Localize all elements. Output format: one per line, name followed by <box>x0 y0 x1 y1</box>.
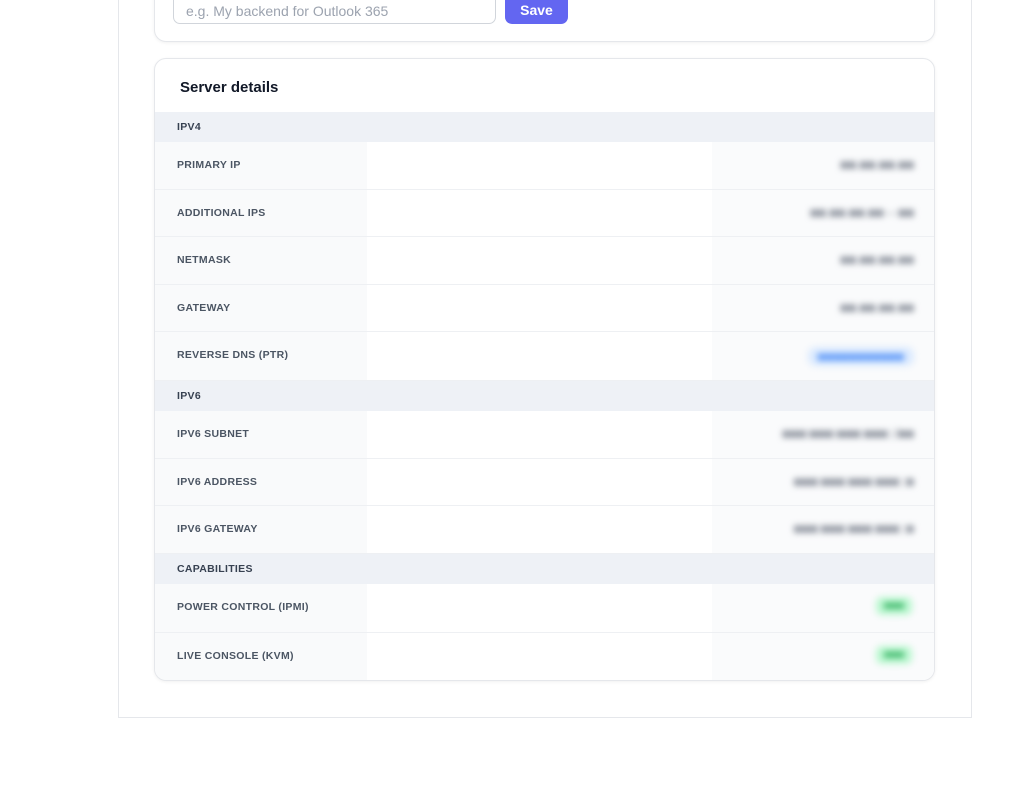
live-console-status-badge: ■■■ <box>876 645 912 664</box>
row-label: IPV6 SUBNET <box>155 411 367 458</box>
row-value-cell: ■■.■■.■■.■■ – ■■ <box>367 189 934 236</box>
row-value-cell: ■■■:■■■:■■■:■■■::■ <box>367 506 934 553</box>
row-value-cell: ■■.■■.■■.■■ <box>367 237 934 284</box>
detail-row-netmask: NETMASK ■■.■■.■■.■■ <box>155 237 934 285</box>
row-label: POWER CONTROL (IPMI) <box>155 583 367 632</box>
row-label: NETMASK <box>155 237 367 284</box>
gateway-value: ■■.■■.■■.■■ <box>840 299 914 315</box>
row-value-cell: ■■.■■.■■.■■ <box>367 284 934 331</box>
detail-row-live-console: LIVE CONSOLE (KVM) ■■■ <box>155 632 934 680</box>
detail-row-ipv6-gateway: IPV6 GATEWAY ■■■:■■■:■■■:■■■::■ <box>155 506 934 554</box>
section-heading-ipv4: IPV4 <box>155 112 934 142</box>
detail-row-gateway: GATEWAY ■■.■■.■■.■■ <box>155 284 934 332</box>
power-control-status-badge: ■■■ <box>876 596 912 615</box>
row-value-cell: ■■.■■.■■.■■ <box>367 142 934 189</box>
row-label: LIVE CONSOLE (KVM) <box>155 632 367 680</box>
row-label: GATEWAY <box>155 284 367 331</box>
detail-row-primary-ip: PRIMARY IP ■■.■■.■■.■■ <box>155 142 934 190</box>
detail-row-ipv6-subnet: IPV6 SUBNET ■■■:■■■:■■■:■■■::/■■ <box>155 411 934 459</box>
additional-ips-value: ■■.■■.■■.■■ – ■■ <box>810 204 914 220</box>
detail-row-ipv6-address: IPV6 ADDRESS ■■■:■■■:■■■:■■■::■ <box>155 458 934 506</box>
primary-ip-value: ■■.■■.■■.■■ <box>840 157 914 172</box>
row-value-cell: ■■■:■■■:■■■:■■■::■ <box>367 458 934 505</box>
ipv6-address-value: ■■■:■■■:■■■:■■■::■ <box>793 473 914 489</box>
row-label: ADDITIONAL IPS <box>155 189 367 236</box>
reverse-dns-link[interactable]: ■■■■■■■■■■■ <box>807 347 914 366</box>
row-value-cell: ■■■■■■■■■■■ <box>367 332 934 380</box>
server-details-card: Server details IPV4 PRIMARY IP ■■.■■.■■.… <box>154 58 935 681</box>
detail-row-additional-ips: ADDITIONAL IPS ■■.■■.■■.■■ – ■■ <box>155 189 934 237</box>
row-label: IPV6 GATEWAY <box>155 506 367 553</box>
netmask-value: ■■.■■.■■.■■ <box>840 252 914 267</box>
detail-row-power-control: POWER CONTROL (IPMI) ■■■ <box>155 583 934 633</box>
row-value-cell: ■■■ <box>367 583 934 632</box>
row-label: PRIMARY IP <box>155 142 367 189</box>
detail-row-reverse-dns: REVERSE DNS (PTR) ■■■■■■■■■■■ <box>155 332 934 381</box>
ipv6-gateway-value: ■■■:■■■:■■■:■■■::■ <box>793 521 914 536</box>
save-button[interactable]: Save <box>505 0 568 24</box>
row-label: REVERSE DNS (PTR) <box>155 332 367 380</box>
ipv6-subnet-value: ■■■:■■■:■■■:■■■::/■■ <box>782 426 914 441</box>
section-heading-capabilities: CAPABILITIES <box>155 553 934 584</box>
row-label: IPV6 ADDRESS <box>155 458 367 505</box>
row-value-cell: ■■■:■■■:■■■:■■■::/■■ <box>367 411 934 458</box>
section-heading-ipv6: IPV6 <box>155 381 934 411</box>
card-title: Server details <box>180 79 279 96</box>
row-value-cell: ■■■ <box>367 632 934 680</box>
backend-name-input[interactable] <box>173 0 496 24</box>
